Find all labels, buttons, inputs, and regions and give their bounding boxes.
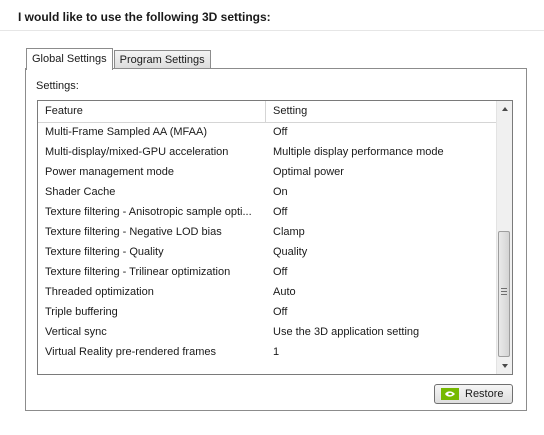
table-row[interactable]: Texture filtering - Quality Quality xyxy=(38,242,496,262)
list-rows: Multi-Frame Sampled AA (MFAA) Off Multi-di… xyxy=(38,122,496,362)
setting-cell[interactable]: Off xyxy=(266,302,496,322)
settings-label: Settings: xyxy=(36,80,79,92)
table-row[interactable]: Power management mode Optimal power xyxy=(38,162,496,182)
nvidia-logo-icon xyxy=(441,388,459,400)
scroll-thumb[interactable] xyxy=(498,231,510,357)
feature-cell: Vertical sync xyxy=(45,326,107,338)
tab-panel: Settings: Feature Setting Multi-Frame Sa… xyxy=(25,68,527,411)
tab-program-settings[interactable]: Program Settings xyxy=(113,50,211,69)
feature-cell: Texture filtering - Quality xyxy=(45,246,164,258)
restore-label: Restore xyxy=(465,388,504,400)
setting-cell[interactable]: On xyxy=(266,182,496,202)
feature-cell: Virtual Reality pre-rendered frames xyxy=(45,346,216,358)
chevron-up-icon xyxy=(501,107,508,111)
scroll-down-button[interactable] xyxy=(497,358,512,374)
feature-cell: Shader Cache xyxy=(45,186,116,198)
feature-cell: Texture filtering - Negative LOD bias xyxy=(45,226,222,238)
feature-cell: Texture filtering - Trilinear optimizati… xyxy=(45,266,231,278)
column-header-setting[interactable]: Setting xyxy=(266,101,496,122)
setting-cell[interactable]: Off xyxy=(266,202,496,222)
setting-cell[interactable]: 1 xyxy=(266,342,496,362)
page-heading: I would like to use the following 3D set… xyxy=(18,10,271,24)
setting-cell[interactable]: Use the 3D application setting xyxy=(266,322,496,342)
setting-cell[interactable]: Clamp xyxy=(266,222,496,242)
grip-icon xyxy=(501,288,507,297)
tab-global-settings[interactable]: Global Settings xyxy=(26,48,113,70)
table-row[interactable]: Threaded optimization Auto xyxy=(38,282,496,302)
table-row[interactable]: Vertical sync Use the 3D application sett… xyxy=(38,322,496,342)
setting-cell[interactable]: Quality xyxy=(266,242,496,262)
table-row[interactable]: Shader Cache On xyxy=(38,182,496,202)
table-row[interactable]: Virtual Reality pre-rendered frames 1 xyxy=(38,342,496,362)
chevron-down-icon xyxy=(501,364,508,368)
feature-cell: Triple buffering xyxy=(45,306,118,318)
setting-cell[interactable]: Off xyxy=(266,262,496,282)
setting-cell[interactable]: Off xyxy=(266,122,496,142)
restore-button[interactable]: Restore xyxy=(434,384,513,404)
table-row[interactable]: Texture filtering - Trilinear optimizati… xyxy=(38,262,496,282)
table-row[interactable]: Multi-display/mixed-GPU acceleration Mult… xyxy=(38,142,496,162)
3d-settings-page: I would like to use the following 3D set… xyxy=(0,0,544,435)
table-row[interactable]: Triple buffering Off xyxy=(38,302,496,322)
setting-cell[interactable]: Auto xyxy=(266,282,496,302)
table-row[interactable]: Multi-Frame Sampled AA (MFAA) Off xyxy=(38,122,496,142)
feature-cell: Multi-Frame Sampled AA (MFAA) xyxy=(45,126,207,138)
table-row[interactable]: Texture filtering - Negative LOD bias Cla… xyxy=(38,222,496,242)
vertical-scrollbar[interactable] xyxy=(496,101,512,374)
feature-cell: Multi-display/mixed-GPU acceleration xyxy=(45,146,229,158)
setting-cell[interactable]: Optimal power xyxy=(266,162,496,182)
settings-list[interactable]: Feature Setting Multi-Frame Sampled AA (… xyxy=(37,100,513,375)
scroll-up-button[interactable] xyxy=(497,101,512,117)
column-header-feature[interactable]: Feature xyxy=(38,101,266,122)
heading-divider xyxy=(0,30,544,31)
list-header: Feature Setting xyxy=(38,101,496,123)
feature-cell: Threaded optimization xyxy=(45,286,154,298)
tab-strip: Global Settings Program Settings xyxy=(26,47,211,70)
setting-cell[interactable]: Multiple display performance mode xyxy=(266,142,496,162)
feature-cell: Texture filtering - Anisotropic sample o… xyxy=(45,206,252,218)
feature-cell: Power management mode xyxy=(45,166,175,178)
table-row[interactable]: Texture filtering - Anisotropic sample o… xyxy=(38,202,496,222)
